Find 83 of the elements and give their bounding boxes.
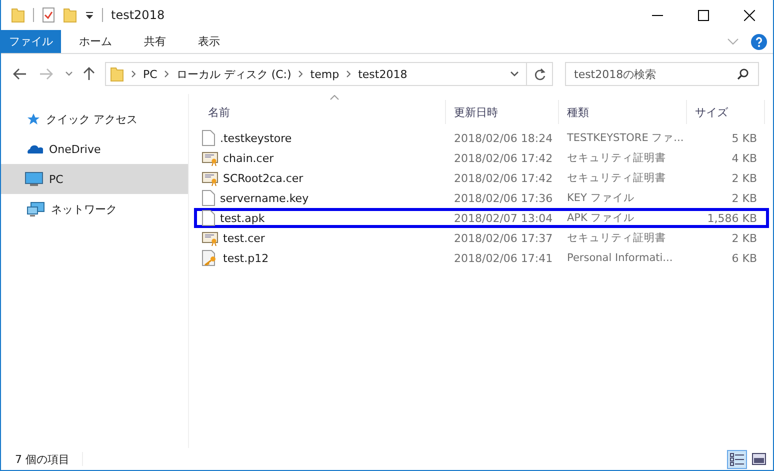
- sidebar-item[interactable]: OneDrive: [1, 134, 188, 164]
- size-cell-text: 2 KB: [730, 232, 758, 244]
- address-bar[interactable]: PC ローカル ディスク (C:) temp test2018: [105, 62, 553, 86]
- maximize-icon[interactable]: [698, 10, 709, 20]
- file-row[interactable]: test.p12 2018/02/06 17:41 Personal Informati... 6 KB: [194, 248, 769, 268]
- document-icon: [202, 210, 215, 226]
- file-row[interactable]: chain.cer 2018/02/06 17:42 セキュリティ証明書 4 KB: [194, 148, 769, 168]
- file-name: test.apk: [220, 212, 265, 224]
- date-cell-text: 2018/02/06 17:42: [453, 172, 554, 184]
- type-cell-text: KEY ファイル: [566, 191, 636, 205]
- breadcrumb[interactable]: ローカル ディスク (C:): [176, 66, 292, 82]
- details-view-button[interactable]: [727, 450, 747, 468]
- dropdown-icon[interactable]: [85, 10, 94, 20]
- type-cell-text: APK ファイル: [566, 211, 636, 225]
- breadcrumb[interactable]: temp: [310, 68, 340, 80]
- size-cell-text: 5 KB: [730, 132, 758, 144]
- chevron-icon[interactable]: [346, 70, 352, 78]
- type-cell-text: TESTKEYSTORE ファ...: [566, 131, 685, 145]
- certificate-icon: [202, 170, 218, 186]
- file-name: chain.cer: [223, 152, 274, 164]
- date-cell-text: 2018/02/06 17:42: [453, 152, 554, 164]
- file-row[interactable]: test.cer 2018/02/06 17:37 セキュリティ証明書 2 KB: [194, 228, 769, 248]
- ribbon-tab[interactable]: 表示: [184, 30, 234, 53]
- file-row[interactable]: .testkeystore 2018/02/06 18:24 TESTKEYSTORE ファ... 5 KB: [194, 128, 769, 148]
- history-dropdown-icon[interactable]: [510, 71, 519, 77]
- size-cell-text: 2 KB: [730, 172, 758, 184]
- up-arrow-icon[interactable]: [83, 67, 95, 81]
- column-header[interactable]: 名前: [200, 100, 446, 124]
- properties-icon[interactable]: [42, 7, 55, 23]
- key-file-icon: [202, 250, 218, 266]
- item-count: 7 個の項目: [15, 452, 70, 466]
- sidebar-item[interactable]: ネットワーク: [1, 194, 188, 224]
- monitor-icon: [25, 172, 43, 186]
- sidebar-item[interactable]: クイック アクセス: [1, 104, 188, 134]
- recent-dropdown-icon[interactable]: [65, 71, 73, 77]
- network-icon: [27, 202, 45, 216]
- date-cell-text: 2018/02/06 18:24: [453, 132, 554, 144]
- size-cell-text: 6 KB: [730, 252, 758, 264]
- document-icon: [202, 190, 215, 206]
- star-icon: [27, 112, 40, 126]
- refresh-icon[interactable]: [534, 68, 546, 80]
- folder-icon: [110, 66, 124, 82]
- file-name: SCRoot2ca.cer: [223, 172, 304, 184]
- size-cell-text: 4 KB: [730, 152, 758, 164]
- certificate-icon: [202, 230, 218, 246]
- file-name: servername.key: [220, 192, 309, 204]
- file-name: .testkeystore: [220, 132, 292, 144]
- sidebar-item[interactable]: PC: [1, 164, 188, 194]
- chevron-icon[interactable]: [298, 70, 304, 78]
- cloud-icon: [27, 144, 43, 154]
- date-cell-text: 2018/02/06 17:37: [453, 232, 554, 244]
- type-cell-text: セキュリティ証明書: [566, 151, 667, 165]
- window-title: test2018: [111, 8, 165, 22]
- file-name: test.p12: [223, 252, 269, 264]
- date-cell-text: 2018/02/06 17:41: [453, 252, 554, 264]
- type-cell-text: Personal Informati...: [566, 252, 674, 264]
- column-header[interactable]: 更新日時: [446, 100, 559, 124]
- search-icon[interactable]: [737, 68, 749, 80]
- size-cell-text: 1,586 KB: [706, 212, 758, 224]
- back-arrow-icon[interactable]: [13, 68, 27, 80]
- ribbon-tab[interactable]: ホーム: [65, 30, 126, 53]
- search-field[interactable]: test2018の検索: [565, 62, 759, 86]
- document-icon: [202, 130, 215, 146]
- certificate-icon: [202, 150, 218, 166]
- breadcrumb[interactable]: test2018: [358, 68, 408, 80]
- help-icon[interactable]: [751, 34, 767, 50]
- type-cell-text: セキュリティ証明書: [566, 231, 667, 245]
- column-header[interactable]: サイズ: [687, 100, 765, 124]
- file-name: test.cer: [223, 232, 265, 244]
- breadcrumb[interactable]: PC: [143, 68, 158, 80]
- ribbon-tab[interactable]: 共有: [130, 30, 180, 53]
- size-cell-text: 2 KB: [730, 192, 758, 204]
- file-row[interactable]: test.apk 2018/02/07 13:04 APK ファイル 1,586 KB: [194, 208, 769, 228]
- ribbon-tab[interactable]: ファイル: [1, 30, 61, 53]
- date-cell-text: 2018/02/06 17:36: [453, 192, 554, 204]
- chevron-icon[interactable]: [164, 70, 170, 78]
- close-icon[interactable]: [744, 10, 755, 20]
- chevron-icon[interactable]: [131, 70, 136, 78]
- date-cell-text: 2018/02/07 13:04: [453, 212, 554, 224]
- type-cell-text: セキュリティ証明書: [566, 171, 667, 185]
- file-row[interactable]: servername.key 2018/02/06 17:36 KEY ファイル 2 KB: [194, 188, 769, 208]
- file-row[interactable]: SCRoot2ca.cer 2018/02/06 17:42 セキュリティ証明書 2 KB: [194, 168, 769, 188]
- column-header[interactable]: 種類: [559, 100, 687, 124]
